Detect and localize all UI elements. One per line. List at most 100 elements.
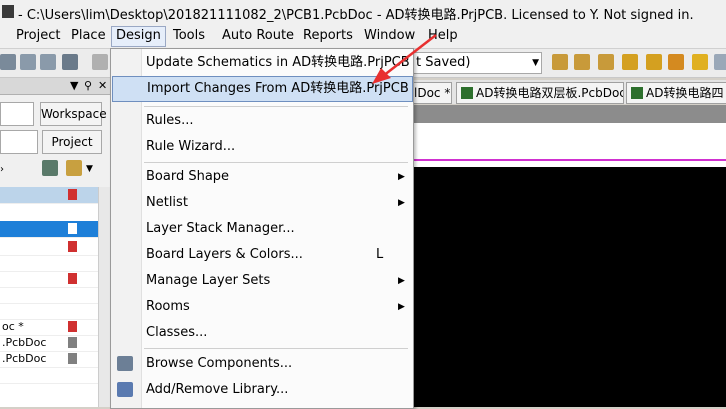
via-icon[interactable]: [646, 54, 662, 70]
pcb-canvas[interactable]: [410, 167, 726, 407]
tab-label: AD转换电路四: [646, 86, 724, 100]
tree-row[interactable]: oc *: [0, 319, 98, 336]
route-icon[interactable]: [552, 54, 568, 70]
cut-icon[interactable]: [92, 54, 108, 70]
zoom-icon[interactable]: [20, 54, 36, 70]
board-outline-line: [410, 159, 726, 161]
menu-rule-wizard[interactable]: Rule Wizard...: [111, 134, 413, 160]
chevron-down-icon[interactable]: ▼: [86, 164, 93, 174]
menu-window[interactable]: Window: [362, 27, 417, 45]
open-icon[interactable]: [0, 54, 16, 70]
menu-manage-layer-sets[interactable]: Manage Layer Sets ▶: [111, 268, 413, 294]
document-icon: [68, 223, 77, 234]
menu-tools[interactable]: Tools: [171, 27, 207, 45]
pcb-doc-icon: [631, 87, 643, 99]
menu-rooms[interactable]: Rooms ▶: [111, 294, 413, 320]
menu-place[interactable]: Place: [69, 27, 108, 45]
workspace-combo[interactable]: [0, 102, 34, 126]
tree-label-fragment: ›: [0, 164, 4, 175]
menu-reports[interactable]: Reports: [301, 27, 355, 45]
menu-add-remove-library[interactable]: Add/Remove Library...: [111, 377, 413, 403]
menu-item-label: Rooms: [146, 299, 190, 314]
save-state-combo[interactable]: t Saved) ▼: [412, 52, 542, 74]
menu-project[interactable]: Project: [14, 27, 62, 45]
tree-row[interactable]: [0, 221, 98, 238]
submenu-arrow-icon: ▶: [398, 302, 405, 312]
tree-row[interactable]: .PcbDoc: [0, 351, 98, 368]
tree-row[interactable]: [0, 239, 98, 256]
menu-rules[interactable]: Rules...: [111, 108, 413, 134]
arc-icon[interactable]: [668, 54, 684, 70]
tree-row[interactable]: [0, 187, 98, 204]
menu-import-changes[interactable]: Import Changes From AD转换电路.PrjPCB: [112, 76, 413, 102]
close-icon[interactable]: ✕: [98, 79, 107, 92]
tree-row[interactable]: [0, 287, 98, 304]
menu-item-label: Import Changes From AD转换电路.PrjPCB: [147, 81, 409, 96]
multi-route-icon[interactable]: [598, 54, 614, 70]
tree-row[interactable]: .PcbDoc: [0, 335, 98, 352]
design-menu: Update Schematics in AD转换电路.PrjPCB Impor…: [110, 48, 414, 409]
menu-item-label: Board Shape: [146, 169, 230, 184]
pcb-doc-icon: [461, 87, 473, 99]
select-icon[interactable]: [62, 54, 78, 70]
menu-bar: Project Place Design Tools Auto Route Re…: [0, 24, 726, 49]
menu-item-label: Classes...: [146, 325, 208, 340]
window-title: - C:\Users\lim\Desktop\201821111082_2\PC…: [18, 8, 694, 23]
menu-netlist[interactable]: Netlist ▶: [111, 190, 413, 216]
chevron-down-icon: ▼: [532, 58, 539, 68]
tree-row[interactable]: [0, 303, 98, 320]
menu-auto-route[interactable]: Auto Route: [220, 27, 296, 45]
tree-row[interactable]: [0, 367, 98, 384]
menu-separator: [144, 348, 408, 349]
document-icon: [68, 189, 77, 200]
polygon-icon[interactable]: [714, 54, 726, 70]
pad-icon[interactable]: [622, 54, 638, 70]
panel-header: ▼ ⚲ ✕: [0, 78, 110, 95]
diff-pair-icon[interactable]: [574, 54, 590, 70]
document-icon: [68, 273, 77, 284]
document-tab-strip: lDoc * AD转换电路双层板.PcbDoc AD转换电路四: [410, 80, 726, 104]
project-tree: oc * .PcbDoc .PcbDoc: [0, 187, 98, 407]
menu-item-label: Board Layers & Colors...: [146, 247, 303, 262]
tab-ad-double-layer[interactable]: AD转换电路双层板.PcbDoc: [456, 82, 624, 104]
zoom-area-icon[interactable]: [40, 54, 56, 70]
pin-icon[interactable]: ⚲: [84, 79, 92, 92]
menu-browse-components[interactable]: Browse Components...: [111, 351, 413, 377]
tree-row[interactable]: [0, 271, 98, 288]
menu-item-label: Rules...: [146, 113, 194, 128]
submenu-arrow-icon: ▶: [398, 276, 405, 286]
document-icon: [68, 353, 77, 364]
menu-item-label: Rule Wizard...: [146, 139, 236, 154]
fill-icon[interactable]: [692, 54, 708, 70]
workspace-button[interactable]: Workspace: [40, 102, 107, 126]
menu-classes[interactable]: Classes...: [111, 320, 413, 346]
title-bar: - C:\Users\lim\Desktop\201821111082_2\PC…: [0, 0, 726, 25]
menu-item-label: Add/Remove Library...: [146, 382, 289, 397]
tab-ad-four-layer[interactable]: AD转换电路四: [626, 82, 726, 104]
menu-help[interactable]: Help: [426, 27, 460, 45]
project-field[interactable]: [0, 130, 38, 154]
tab-label: lDoc *: [414, 86, 451, 100]
menu-board-layers-colors[interactable]: Board Layers & Colors... L: [111, 242, 413, 268]
folder-icon[interactable]: [66, 160, 82, 176]
layers-icon[interactable]: [42, 160, 58, 176]
tree-row[interactable]: [0, 255, 98, 272]
tree-row-label: .PcbDoc: [2, 336, 47, 349]
submenu-arrow-icon: ▶: [398, 198, 405, 208]
project-button[interactable]: Project: [42, 130, 102, 154]
menu-item-label: Netlist: [146, 195, 188, 210]
editor-header-strip: [410, 105, 726, 123]
menu-item-label: Manage Layer Sets: [146, 273, 271, 288]
browse-components-icon: [117, 356, 133, 371]
tree-row-label: .PcbDoc: [2, 352, 47, 365]
menu-layer-stack-manager[interactable]: Layer Stack Manager...: [111, 216, 413, 242]
menu-shortcut: L: [376, 247, 384, 262]
tree-row-label: oc *: [2, 320, 24, 333]
dropdown-icon[interactable]: ▼: [70, 79, 78, 92]
projects-panel: ▼ ⚲ ✕ Workspace Project › ▼ oc * .PcbDoc: [0, 78, 111, 407]
document-icon: [68, 241, 77, 252]
tab-pcb1[interactable]: lDoc *: [410, 82, 452, 104]
menu-design[interactable]: Design: [111, 26, 166, 47]
menu-update-schematics[interactable]: Update Schematics in AD转换电路.PrjPCB: [111, 50, 413, 76]
menu-board-shape[interactable]: Board Shape ▶: [111, 164, 413, 190]
